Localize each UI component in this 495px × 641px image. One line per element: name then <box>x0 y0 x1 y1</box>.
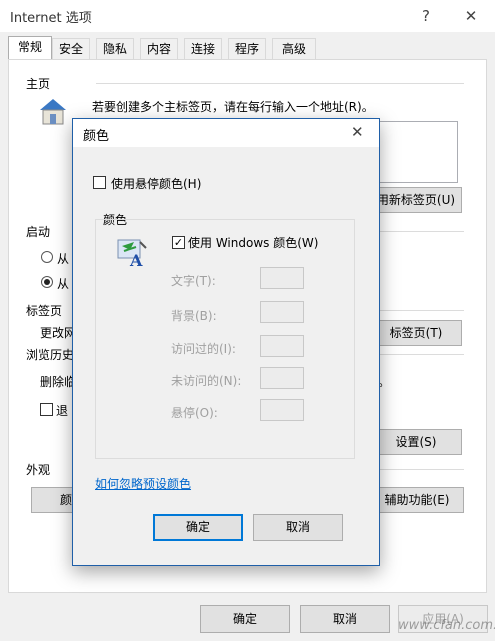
tab-security[interactable]: 安全 <box>52 38 90 60</box>
tabs-change-text: 更改网 <box>40 326 77 340</box>
home-instruction: 若要创建多个主标签页，请在每行输入一个地址(R)。 <box>92 100 374 114</box>
visited-color-label: 访问过的(I): <box>171 342 236 356</box>
tab-privacy[interactable]: 隐私 <box>96 38 134 60</box>
hover-color-label: 使用悬停颜色(H) <box>111 177 202 191</box>
dialog-ok-button[interactable]: 确定 <box>153 514 243 541</box>
text-color-label: 文字(T): <box>171 274 216 288</box>
hover-color-checkbox[interactable] <box>93 176 106 189</box>
hover-color-swatch-label: 悬停(O): <box>171 406 218 420</box>
cancel-button[interactable]: 取消 <box>300 605 390 633</box>
startup-radio-1[interactable] <box>41 251 53 263</box>
title-bar: Internet 选项 ? ✕ <box>0 0 495 32</box>
watermark: www.cfan.com.cn <box>398 618 495 633</box>
svg-text:A: A <box>129 251 143 268</box>
use-new-tab-button[interactable]: 用新标签页(U) <box>370 187 462 213</box>
tab-connections[interactable]: 连接 <box>184 38 222 60</box>
close-button[interactable]: ✕ <box>457 4 485 28</box>
hover-color-swatch[interactable] <box>260 399 304 421</box>
tabs-button[interactable]: 标签页(T) <box>370 320 462 346</box>
section-divider <box>378 469 464 470</box>
use-windows-colors-checkbox[interactable]: ✓ <box>172 236 185 249</box>
window-title: Internet 选项 <box>10 11 92 26</box>
tab-programs[interactable]: 程序 <box>228 38 266 60</box>
unvisited-color-swatch[interactable] <box>260 367 304 389</box>
dialog-close-button[interactable]: ✕ <box>351 123 364 141</box>
help-button[interactable]: ? <box>412 4 440 28</box>
section-divider <box>378 354 464 355</box>
use-windows-colors-label: 使用 Windows 颜色(W) <box>188 236 319 250</box>
startup-option-2-label: 从 <box>57 277 70 291</box>
startup-option-1-label: 从 <box>57 252 70 266</box>
section-divider <box>378 231 464 232</box>
history-section-label: 浏览历史 <box>26 348 75 362</box>
background-color-label: 背景(B): <box>171 309 217 323</box>
delete-on-exit-label: 退 <box>56 404 69 418</box>
tab-content[interactable]: 内容 <box>140 38 178 60</box>
history-settings-button[interactable]: 设置(S) <box>370 429 462 455</box>
appearance-section-label: 外观 <box>26 463 51 477</box>
dialog-cancel-button[interactable]: 取消 <box>253 514 343 541</box>
text-color-swatch[interactable] <box>260 267 304 289</box>
colors-group: A ✓ 使用 Windows 颜色(W) 文字(T): 背景(B): 访问过的(… <box>95 219 355 459</box>
background-color-swatch[interactable] <box>260 301 304 323</box>
section-divider <box>378 310 464 311</box>
ignore-preset-colors-link[interactable]: 如何忽略预设颜色 <box>95 475 191 492</box>
startup-section-label: 启动 <box>26 225 51 239</box>
tab-advanced[interactable]: 高级 <box>272 38 316 60</box>
tab-general[interactable]: 常规 <box>8 36 52 61</box>
home-section-label: 主页 <box>26 77 51 91</box>
ok-button[interactable]: 确定 <box>200 605 290 633</box>
dialog-title-bar: 颜色 ✕ <box>73 119 379 147</box>
tabs-section-label: 标签页 <box>26 304 63 318</box>
visited-color-swatch[interactable] <box>260 335 304 357</box>
accessibility-button[interactable]: 辅助功能(E) <box>370 487 464 513</box>
section-divider <box>96 83 464 84</box>
colors-dialog: 颜色 ✕ 使用悬停颜色(H) 颜色 A ✓ 使用 Windows 颜色(W) 文… <box>72 118 380 566</box>
home-address-textarea[interactable] <box>378 121 458 183</box>
dialog-title: 颜色 <box>83 129 110 144</box>
unvisited-color-label: 未访问的(N): <box>171 374 242 388</box>
startup-radio-2[interactable] <box>41 276 53 288</box>
home-icon <box>36 96 70 129</box>
history-delete-text: 删除临 <box>40 375 77 389</box>
delete-on-exit-checkbox[interactable] <box>40 403 53 416</box>
color-palette-icon: A <box>116 238 150 271</box>
